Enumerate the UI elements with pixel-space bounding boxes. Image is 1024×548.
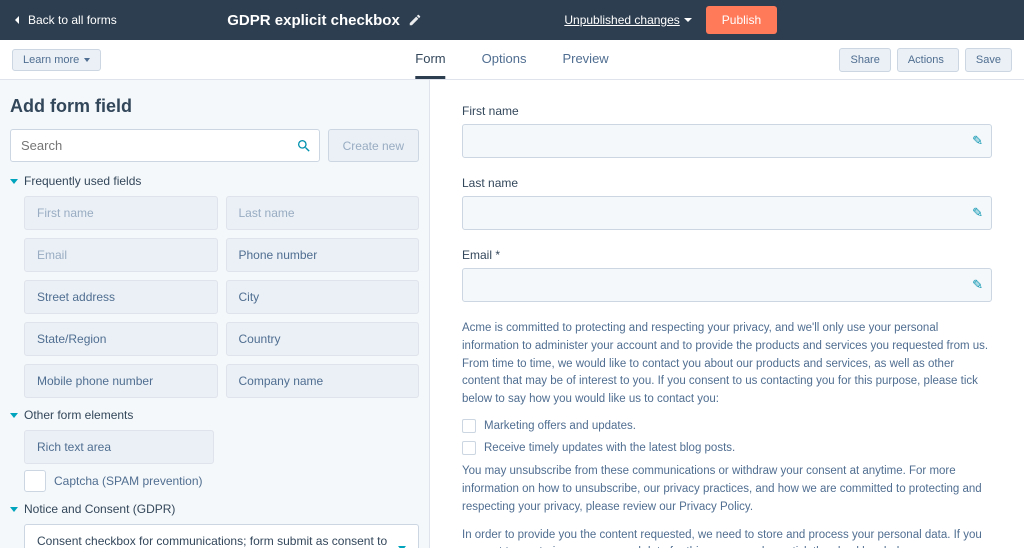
left-heading: Add form field: [10, 96, 419, 117]
share-button[interactable]: Share: [839, 48, 890, 72]
unpublished-changes-link[interactable]: Unpublished changes: [564, 13, 691, 27]
frequently-fields: First name Last name Email Phone number …: [10, 196, 419, 398]
pencil-icon[interactable]: [408, 13, 422, 27]
section-label: Other form elements: [24, 408, 133, 422]
form-preview-panel: First name ✎ Last name ✎ Email * ✎ Acme …: [430, 80, 1024, 548]
left-panel: Add form field Create new Frequently use…: [0, 80, 430, 548]
field-email[interactable]: Email: [24, 238, 218, 272]
field-phone[interactable]: Phone number: [226, 238, 420, 272]
checkbox-icon: [462, 441, 476, 455]
learn-more-dropdown[interactable]: Learn more: [12, 49, 101, 71]
learn-more-label: Learn more: [23, 54, 79, 66]
actions-label: Actions: [908, 54, 944, 66]
form-field-last-name[interactable]: Last name ✎: [462, 176, 992, 230]
publish-button[interactable]: Publish: [706, 6, 777, 34]
input-preview[interactable]: ✎: [462, 196, 992, 230]
captcha-row[interactable]: Captcha (SPAM prevention): [10, 470, 419, 492]
caret-down-icon: [684, 18, 692, 22]
back-label: Back to all forms: [28, 13, 117, 27]
gdpr-intro-text: Acme is committed to protecting and resp…: [462, 320, 992, 409]
gdpr-processing-text: In order to provide you the content requ…: [462, 527, 992, 548]
actions-dropdown[interactable]: Actions: [897, 48, 959, 72]
section-label: Frequently used fields: [24, 174, 141, 188]
section-gdpr[interactable]: Notice and Consent (GDPR): [10, 502, 419, 516]
form-field-email[interactable]: Email * ✎: [462, 248, 992, 302]
pencil-icon: ✎: [972, 277, 983, 293]
field-street[interactable]: Street address: [24, 280, 218, 314]
captcha-label: Captcha (SPAM prevention): [54, 474, 203, 488]
captcha-icon: [24, 470, 46, 492]
chevron-down-icon: [10, 179, 18, 184]
section-label: Notice and Consent (GDPR): [24, 502, 175, 516]
top-bar: Back to all forms GDPR explicit checkbox…: [0, 0, 1024, 40]
field-label: First name: [462, 104, 992, 118]
form-field-first-name[interactable]: First name ✎: [462, 104, 992, 158]
sub-bar: Learn more Form Options Preview Share Ac…: [0, 40, 1024, 80]
other-fields: Rich text area: [10, 430, 419, 464]
field-city[interactable]: City: [226, 280, 420, 314]
gdpr-dropdown-label: Consent checkbox for communications; for…: [37, 534, 398, 548]
checkbox-label: Marketing offers and updates.: [484, 420, 636, 432]
tab-preview[interactable]: Preview: [562, 40, 608, 79]
checkbox-icon: [462, 419, 476, 433]
field-first-name[interactable]: First name: [24, 196, 218, 230]
field-rich-text[interactable]: Rich text area: [24, 430, 214, 464]
search-box: [10, 129, 320, 162]
gdpr-unsubscribe-text: You may unsubscribe from these communica…: [462, 463, 992, 516]
tab-options[interactable]: Options: [482, 40, 527, 79]
input-preview[interactable]: ✎: [462, 268, 992, 302]
chevron-down-icon: [10, 507, 18, 512]
search-input[interactable]: [10, 129, 320, 162]
page-title: GDPR explicit checkbox: [227, 12, 400, 29]
chevron-left-icon: [12, 15, 22, 25]
pencil-icon: ✎: [972, 205, 983, 221]
field-last-name[interactable]: Last name: [226, 196, 420, 230]
field-mobile[interactable]: Mobile phone number: [24, 364, 218, 398]
back-link[interactable]: Back to all forms: [12, 13, 117, 27]
consent-blog-checkbox[interactable]: Receive timely updates with the latest b…: [462, 441, 992, 455]
chevron-down-icon: [10, 413, 18, 418]
main-content: Add form field Create new Frequently use…: [0, 80, 1024, 548]
action-buttons: Share Actions Save: [839, 48, 1012, 72]
field-label: Last name: [462, 176, 992, 190]
page-title-wrap: GDPR explicit checkbox: [117, 12, 533, 29]
checkbox-label: Receive timely updates with the latest b…: [484, 442, 735, 454]
field-label: Email *: [462, 248, 992, 262]
search-row: Create new: [10, 129, 419, 162]
tabs: Form Options Preview: [415, 40, 608, 79]
search-icon: [296, 138, 312, 154]
field-company[interactable]: Company name: [226, 364, 420, 398]
gdpr-dropdown[interactable]: Consent checkbox for communications; for…: [24, 524, 419, 548]
save-button[interactable]: Save: [965, 48, 1012, 72]
pencil-icon: ✎: [972, 133, 983, 149]
consent-marketing-checkbox[interactable]: Marketing offers and updates.: [462, 419, 992, 433]
tab-form[interactable]: Form: [415, 40, 445, 79]
section-other-elements[interactable]: Other form elements: [10, 408, 419, 422]
section-frequently-used[interactable]: Frequently used fields: [10, 174, 419, 188]
create-new-button[interactable]: Create new: [328, 129, 419, 162]
input-preview[interactable]: ✎: [462, 124, 992, 158]
caret-down-icon: [84, 58, 90, 62]
field-country[interactable]: Country: [226, 322, 420, 356]
field-state[interactable]: State/Region: [24, 322, 218, 356]
unpublished-label: Unpublished changes: [564, 13, 679, 27]
